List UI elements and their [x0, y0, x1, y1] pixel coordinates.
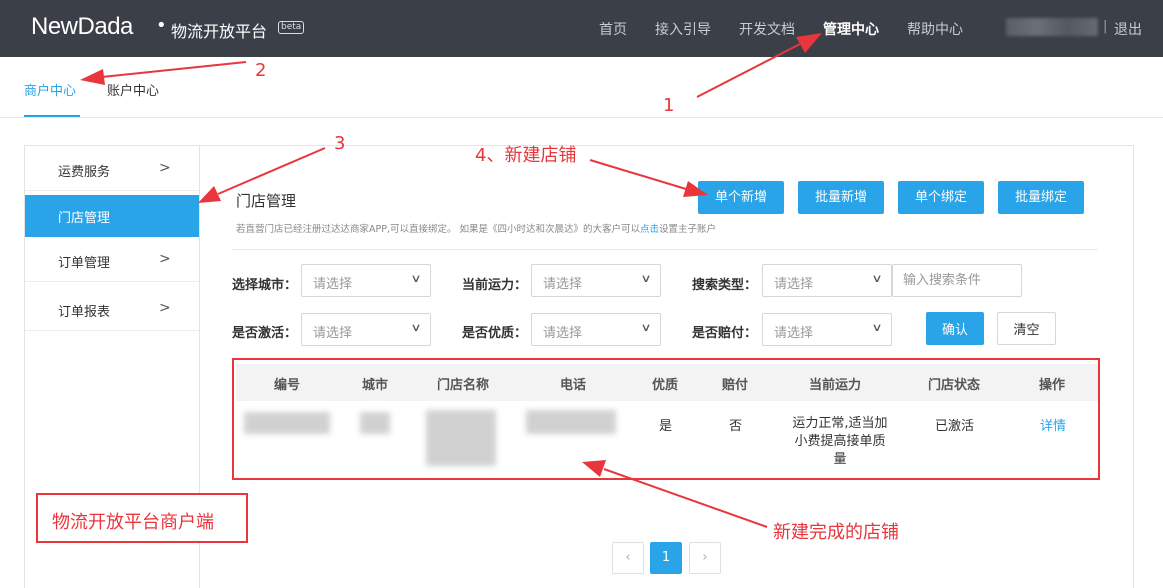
search-type-select[interactable]: 请选择 ∨ [762, 264, 892, 297]
compensate-select[interactable]: 请选择 ∨ [762, 313, 892, 346]
clear-button[interactable]: 清空 [997, 312, 1056, 345]
chevron-right-icon: > [159, 251, 171, 267]
logout-link[interactable]: 退出 [1114, 19, 1142, 39]
compensate-filter-label: 是否赔付： [692, 326, 758, 341]
next-page-button[interactable]: › [689, 542, 721, 574]
binding-hint: 若直营门店已经注册过达达商家APP,可以直接绑定。 如果是《四小时达和次晨达》的… [236, 221, 716, 235]
annotation-number-1: 1 [663, 95, 675, 116]
capacity-select[interactable]: 请选择 ∨ [531, 264, 661, 297]
dropdown-arrow-icon: ∨ [871, 321, 883, 334]
page-1-button[interactable]: 1 [650, 542, 682, 574]
single-add-button[interactable]: 单个新增 [698, 181, 784, 214]
activated-filter-label: 是否激活： [232, 326, 298, 341]
select-placeholder: 请选择 [313, 277, 353, 292]
hint-text: 若直营门店已经注册过达达商家APP,可以直接绑定。 如果是《四小时达和次晨达》的… [236, 224, 640, 235]
city-filter-label: 选择城市： [232, 278, 298, 293]
tab-divider [0, 117, 1163, 118]
batch-add-button[interactable]: 批量新增 [798, 181, 884, 214]
confirm-button[interactable]: 确认 [926, 312, 984, 345]
annotation-new-store: 4、新建店铺 [475, 145, 577, 166]
nav-help-center[interactable]: 帮助中心 [907, 19, 963, 39]
caption-text: 物流开放平台商户端 [52, 512, 214, 533]
nav-integration-guide[interactable]: 接入引导 [655, 19, 711, 39]
select-placeholder: 请选择 [774, 326, 814, 341]
sidebar-item-label: 订单报表 [58, 305, 111, 320]
logo-separator-dot: • [156, 15, 167, 36]
newdada-logo[interactable]: NewDada [31, 13, 133, 41]
batch-bind-button[interactable]: 批量绑定 [998, 181, 1084, 214]
sidebar-item-label: 门店管理 [58, 211, 111, 226]
nav-separator: | [1103, 19, 1108, 34]
search-type-label: 搜索类型： [692, 278, 758, 293]
premium-filter-label: 是否优质： [462, 326, 528, 341]
select-placeholder: 请选择 [774, 277, 814, 292]
sidebar-item-store-management[interactable]: 门店管理 [25, 195, 199, 237]
select-placeholder: 请选择 [543, 326, 583, 341]
caption-box: 物流开放平台商户端 [36, 493, 248, 543]
annotation-new-store-done: 新建完成的店铺 [773, 522, 899, 543]
select-placeholder: 请选择 [313, 326, 353, 341]
activated-select[interactable]: 请选择 ∨ [301, 313, 431, 346]
platform-name: 物流开放平台 [171, 22, 268, 41]
page-title: 门店管理 [236, 192, 297, 210]
annotation-highlight-box [232, 358, 1100, 480]
dropdown-arrow-icon: ∨ [640, 272, 652, 285]
dropdown-arrow-icon: ∨ [640, 321, 652, 334]
arrow-2 [80, 61, 247, 85]
nav-dev-docs[interactable]: 开发文档 [739, 19, 795, 39]
premium-select[interactable]: 请选择 ∨ [531, 313, 661, 346]
tab-merchant-center[interactable]: 商户中心 [24, 80, 76, 99]
dropdown-arrow-icon: ∨ [871, 272, 883, 285]
single-bind-button[interactable]: 单个绑定 [898, 181, 984, 214]
sidebar-item-order-management[interactable]: 订单管理 > [25, 240, 199, 282]
sidebar-item-freight-service[interactable]: 运费服务 > [25, 149, 199, 191]
chevron-right-icon: > [159, 160, 171, 176]
hint-text-suffix: 设置主子账户 [659, 224, 717, 235]
tab-account-center[interactable]: 账户中心 [107, 80, 159, 99]
dropdown-arrow-icon: ∨ [410, 321, 422, 334]
sidebar-item-order-reports[interactable]: 订单报表 > [25, 289, 199, 331]
beta-badge: beta [278, 21, 305, 34]
chevron-right-icon: > [159, 300, 171, 316]
nav-management-center[interactable]: 管理中心 [823, 19, 879, 39]
select-placeholder: 请选择 [543, 277, 583, 292]
prev-page-button[interactable]: ‹ [612, 542, 644, 574]
annotation-number-3: 3 [334, 133, 346, 154]
annotation-number-2: 2 [255, 60, 267, 81]
search-condition-input[interactable] [892, 264, 1022, 297]
hint-click-link[interactable]: 点击 [640, 224, 659, 235]
nav-home[interactable]: 首页 [599, 19, 627, 39]
sidebar-item-label: 订单管理 [58, 256, 111, 271]
section-divider [232, 249, 1098, 250]
city-select[interactable]: 请选择 ∨ [301, 264, 431, 297]
capacity-filter-label: 当前运力： [462, 278, 528, 293]
dropdown-arrow-icon: ∨ [410, 272, 422, 285]
sidebar-item-label: 运费服务 [58, 165, 111, 180]
user-account-blurred[interactable] [1006, 18, 1098, 36]
